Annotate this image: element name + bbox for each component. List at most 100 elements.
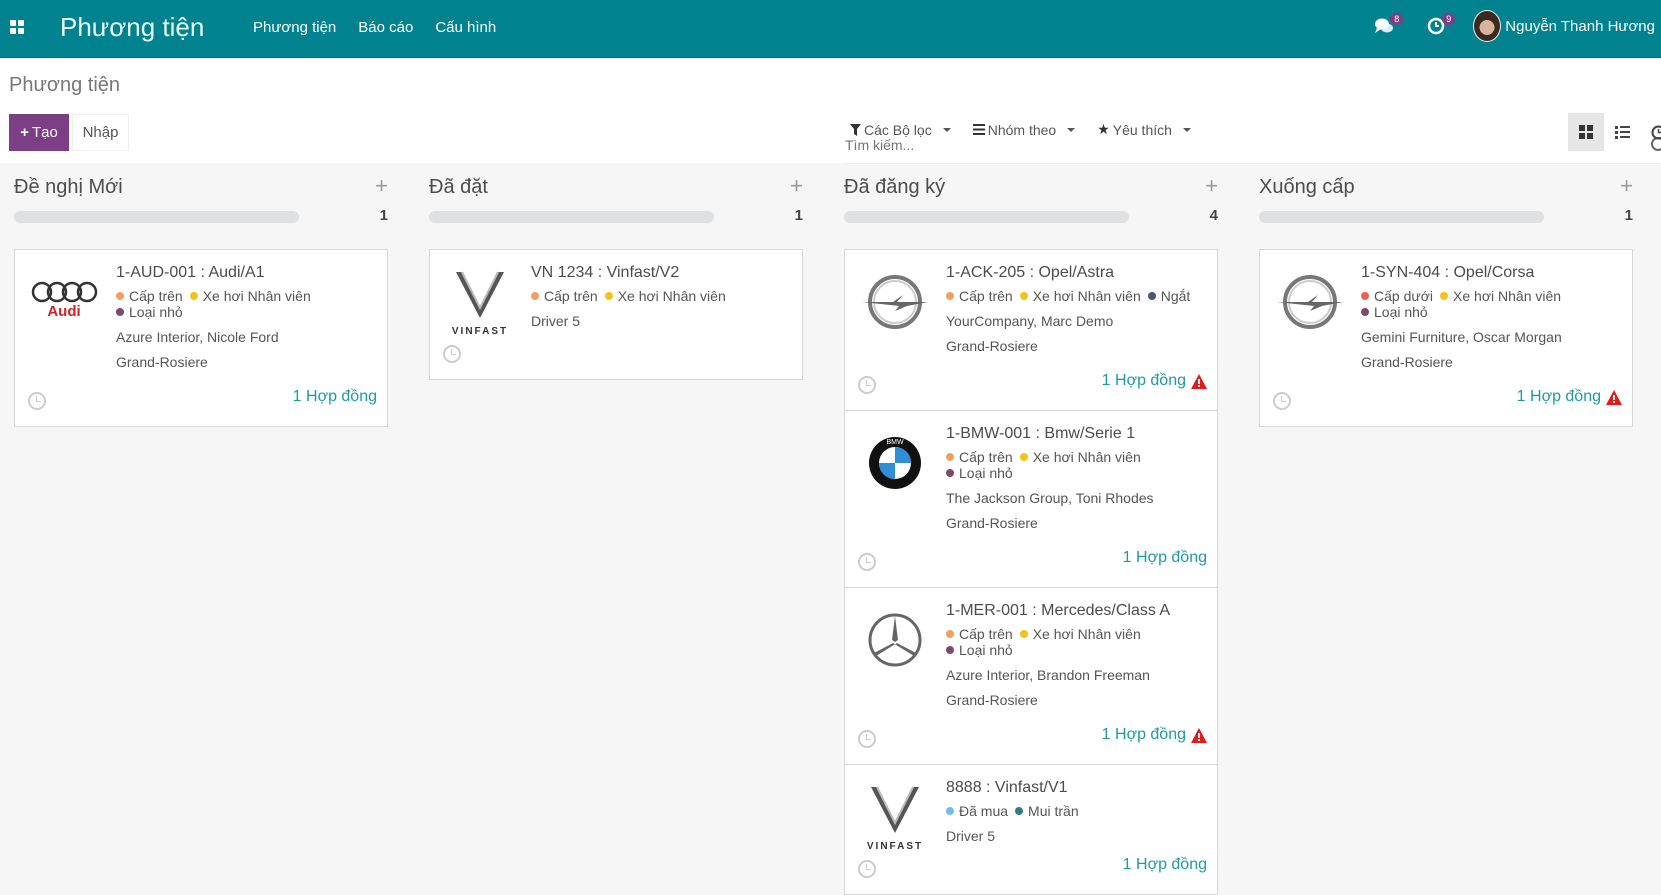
top-navbar: Phương tiện Phương tiện Báo cáo Cấu hình…	[0, 0, 1661, 58]
contracts-link[interactable]: 1 Hợp đồng	[1123, 856, 1207, 874]
column-title: Xuống cấp	[1259, 176, 1355, 199]
tag: Loại nhỏ	[1361, 304, 1428, 320]
tag: Cấp trên	[946, 449, 1013, 465]
filters-dropdown[interactable]: Các Bộ lọc	[850, 121, 951, 138]
caret-down-icon	[943, 128, 951, 132]
logo-text: VINFAST	[452, 326, 508, 337]
kanban-column: Đề nghị Mới + 1 Audi 1-AUD-001 : Audi/A1…	[14, 163, 388, 427]
tag-list: Cấp trênXe hơi Nhân viênNgắt	[946, 288, 1207, 304]
contracts-label: 1 Hợp đồng	[293, 388, 377, 406]
tag-color-dot	[1361, 292, 1369, 300]
column-count: 4	[1210, 207, 1218, 224]
vehicle-title: 1-SYN-404 : Opel/Corsa	[1361, 264, 1622, 282]
column-title: Đã đặt	[429, 176, 488, 199]
vehicle-title: 1-MER-001 : Mercedes/Class A	[946, 602, 1207, 620]
groupby-label: Nhóm theo	[988, 122, 1056, 138]
contracts-link[interactable]: 1 Hợp đồng	[1102, 726, 1207, 744]
contracts-link[interactable]: 1 Hợp đồng	[1517, 388, 1622, 406]
vehicle-card[interactable]: BMW 1-BMW-001 : Bmw/Serie 1 Cấp trênXe h…	[844, 410, 1218, 588]
warning-icon	[1191, 728, 1207, 743]
tag: Xe hơi Nhân viên	[1020, 449, 1141, 465]
messages-button[interactable]: 8	[1369, 11, 1399, 41]
tag: Cấp trên	[531, 288, 598, 304]
create-button[interactable]: +Tạo	[9, 114, 69, 151]
list-view-button[interactable]	[1604, 113, 1640, 151]
vehicle-card[interactable]: 1-MER-001 : Mercedes/Class A Cấp trên Xe …	[844, 587, 1218, 765]
tag-color-dot	[946, 807, 954, 815]
tag: Cấp trên	[946, 288, 1013, 304]
vehicle-card[interactable]: VINFAST VN 1234 : Vinfast/V2 Cấp trênXe …	[429, 249, 803, 380]
column-header: Đã đăng ký + 4	[844, 163, 1218, 250]
import-button[interactable]: Nhập	[72, 114, 129, 151]
contracts-label: 1 Hợp đồng	[1123, 549, 1207, 567]
tag-list: Cấp trên Xe hơi Nhân viên Loại nhỏ	[946, 626, 1207, 658]
tag: Cấp dưới	[1361, 288, 1433, 304]
location: Grand-Rosiere	[1361, 354, 1622, 370]
list-icon	[1615, 126, 1630, 139]
filter-icon	[850, 124, 861, 136]
column-count: 1	[380, 207, 388, 224]
tag-list: Cấp dưới Xe hơi Nhân viên Loại nhỏ	[1361, 288, 1622, 320]
tag-color-dot	[1148, 292, 1156, 300]
tag-label: Xe hơi Nhân viên	[1033, 449, 1141, 465]
activity-clock-icon[interactable]	[28, 392, 46, 410]
tag-color-dot	[1020, 292, 1028, 300]
tag: Cấp trên	[116, 288, 183, 304]
quick-create-plus-icon[interactable]: +	[375, 173, 388, 199]
tag: Cấp trên	[946, 626, 1013, 642]
warning-icon	[1191, 374, 1207, 389]
card-footer: 1 Hợp đồng	[946, 854, 1207, 884]
menu-item-configuration[interactable]: Cấu hình	[435, 19, 496, 36]
company-driver: Azure Interior, Nicole Ford	[116, 329, 377, 345]
vehicle-card[interactable]: Audi 1-AUD-001 : Audi/A1 Cấp trênXe hơi …	[14, 249, 388, 427]
user-menu[interactable]: Nguyễn Thanh Hương	[1473, 10, 1655, 42]
vehicle-card[interactable]: VINFAST 8888 : Vinfast/V1 Đã muaMui trần…	[844, 764, 1218, 895]
card-footer: 1 Hợp đồng	[946, 724, 1207, 754]
card-footer: 1 Hợp đồng	[116, 386, 377, 416]
tag-label: Cấp trên	[544, 288, 598, 304]
contracts-link[interactable]: 1 Hợp đồng	[293, 388, 377, 406]
tag-label: Xe hơi Nhân viên	[1033, 288, 1141, 304]
activity-clock-icon[interactable]	[858, 860, 876, 878]
tag-color-dot	[531, 292, 539, 300]
apps-menu-icon[interactable]	[10, 20, 24, 34]
quick-create-plus-icon[interactable]: +	[1620, 173, 1633, 199]
vehicle-card[interactable]: 1-SYN-404 : Opel/Corsa Cấp dưới Xe hơi Nh…	[1259, 249, 1633, 427]
tag-color-dot	[1020, 453, 1028, 461]
column-progress-bar	[1259, 211, 1544, 223]
favorites-label: Yêu thích	[1113, 122, 1172, 138]
activity-clock-icon[interactable]	[858, 553, 876, 571]
activity-view-button[interactable]	[1640, 113, 1661, 151]
activity-clock-icon[interactable]	[443, 345, 461, 363]
groupby-dropdown[interactable]: Nhóm theo	[973, 121, 1075, 138]
tag-label: Loại nhỏ	[959, 642, 1013, 658]
contracts-link[interactable]: 1 Hợp đồng	[1102, 372, 1207, 390]
tag-label: Xe hơi Nhân viên	[618, 288, 726, 304]
vehicle-card[interactable]: 1-ACK-205 : Opel/Astra Cấp trên Xe hơi Nh…	[844, 249, 1218, 411]
vehicle-title: 1-ACK-205 : Opel/Astra	[946, 264, 1207, 282]
tag-list: Cấp trên Xe hơi Nhân viên	[531, 288, 792, 304]
tag-color-dot	[1361, 308, 1369, 316]
contracts-link[interactable]: 1 Hợp đồng	[1123, 549, 1207, 567]
company-driver: The Jackson Group, Toni Rhodes	[946, 490, 1207, 506]
menu-item-vehicles[interactable]: Phương tiện	[253, 19, 336, 36]
menu-item-reporting[interactable]: Báo cáo	[358, 19, 413, 36]
column-header: Xuống cấp + 1	[1259, 163, 1633, 250]
column-count: 1	[795, 207, 803, 224]
activity-clock-icon[interactable]	[1273, 392, 1291, 410]
tag-color-dot	[1015, 807, 1023, 815]
activity-clock-icon[interactable]	[858, 376, 876, 394]
quick-create-plus-icon[interactable]: +	[790, 173, 803, 199]
kanban-view-button[interactable]	[1568, 113, 1604, 151]
favorites-dropdown[interactable]: ★Yêu thích	[1097, 121, 1191, 138]
quick-create-plus-icon[interactable]: +	[1205, 173, 1218, 199]
logo-text: Audi	[47, 303, 80, 320]
vinfast-logo: VINFAST	[857, 779, 933, 855]
card-footer: 1 Hợp đồng	[946, 370, 1207, 400]
activities-button[interactable]: 9	[1421, 11, 1451, 41]
tag: Xe hơi Nhân viên	[1440, 288, 1561, 304]
view-switcher	[1568, 113, 1661, 151]
tag: Xe hơi Nhân viên	[605, 288, 726, 304]
tag-label: Xe hơi Nhân viên	[1033, 626, 1141, 642]
activity-clock-icon[interactable]	[858, 730, 876, 748]
